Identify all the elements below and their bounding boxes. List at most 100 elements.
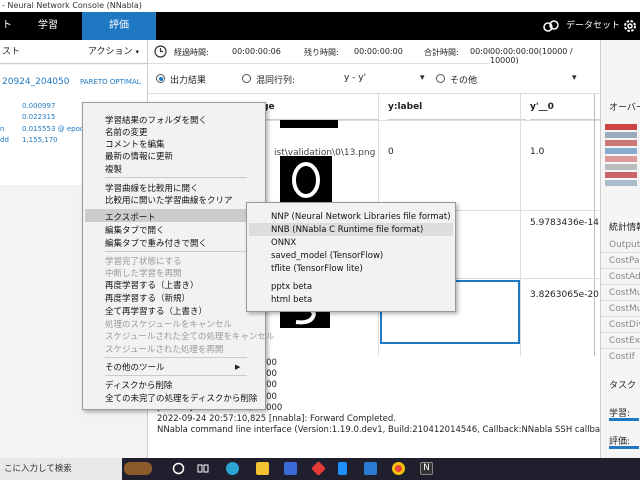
edge-icon[interactable] xyxy=(226,462,239,475)
mascot-icon[interactable] xyxy=(124,462,152,475)
context-menu: 学習結果のフォルダを開く 名前の変更 コメントを編集 最新の情報に更新 複製 学… xyxy=(82,102,274,410)
progress-text: 00:00:00:00(10000 / 10000) xyxy=(490,47,600,65)
vscode-icon[interactable] xyxy=(338,462,347,475)
results-list-header: スト アクション ▾ xyxy=(0,40,147,64)
tab-edit[interactable]: ト xyxy=(0,12,14,40)
stat-item: CostPara xyxy=(609,256,640,266)
other-radio[interactable] xyxy=(436,74,445,83)
store-icon[interactable] xyxy=(284,462,297,475)
clock-icon xyxy=(154,45,167,58)
app-icon[interactable] xyxy=(311,461,326,476)
divider xyxy=(601,300,640,301)
menu-item-export[interactable]: エクスポート xyxy=(105,211,156,223)
menu-separator xyxy=(105,375,247,376)
action-menu-button[interactable]: アクション ▾ xyxy=(88,40,139,64)
export-tflite[interactable]: tflite (TensorFlow lite) xyxy=(271,264,363,274)
mail-icon[interactable] xyxy=(364,462,377,475)
menu-item-retrain-overwrite[interactable]: 再度学習する（上書き） xyxy=(105,279,199,291)
export-nnp[interactable]: NNP (Neural Network Libraries file forma… xyxy=(271,212,451,222)
overview-thumbnail[interactable] xyxy=(605,124,637,204)
prediction-cell: 1.0 xyxy=(530,147,545,157)
label-cell: 0 xyxy=(388,147,394,157)
menu-item-other-tools[interactable]: その他のツール xyxy=(105,361,165,373)
chevron-down-icon[interactable]: ▾ xyxy=(572,73,577,83)
divider xyxy=(601,284,640,285)
column-header[interactable]: y:label xyxy=(388,94,526,120)
log-line: NNabla command line interface (Version:1… xyxy=(157,425,600,436)
menu-item-resume-training: 中断した学習を再開 xyxy=(105,269,182,279)
other-label[interactable]: その他 xyxy=(450,73,477,86)
eval-progress-bar xyxy=(609,446,639,449)
menu-item-refresh[interactable]: 最新の情報に更新 xyxy=(105,150,173,162)
divider xyxy=(601,268,640,269)
confusion-matrix-radio[interactable] xyxy=(242,74,251,83)
tab-evaluation[interactable]: 評価 xyxy=(82,12,156,40)
export-onnx[interactable]: ONNX xyxy=(271,238,296,248)
tab-training[interactable]: 学習 xyxy=(14,12,82,40)
stat-label: dd xyxy=(0,136,9,144)
menu-separator xyxy=(105,357,247,358)
stat-item: CostMul xyxy=(609,288,640,298)
export-saved-model[interactable]: saved_model (TensorFlow) xyxy=(271,251,383,261)
output-result-label[interactable]: 出力結果 xyxy=(170,73,206,86)
stat-value: 0.015553 @ epoch xyxy=(22,125,89,133)
stat-item: Output xyxy=(609,240,640,250)
taskbar-search[interactable]: こに入力して検索 xyxy=(0,458,122,480)
stat-value: 0.000997 xyxy=(22,102,56,110)
image-cell xyxy=(280,120,338,128)
menu-item-cancel-all-schedules: スケジュールされた全ての処理をキャンセル xyxy=(105,332,275,342)
menu-item-duplicate[interactable]: 複製 xyxy=(105,163,122,175)
export-nnb[interactable]: NNB (NNabla C Runtime file format) xyxy=(271,225,423,235)
stat-label: n xyxy=(0,125,5,133)
taskbar: こに入力して検索 N xyxy=(0,458,640,480)
elapsed-value: 00:00:00:06 xyxy=(232,47,281,56)
export-pptx[interactable]: pptx beta xyxy=(271,282,312,292)
task-view-icon[interactable] xyxy=(172,462,185,475)
menu-item-delete-incomplete[interactable]: 全ての未完了の処理をディスクから削除 xyxy=(105,392,257,404)
remaining-label: 残り時間: xyxy=(304,48,339,57)
image-cell[interactable] xyxy=(280,156,332,204)
nnc-icon[interactable]: N xyxy=(420,462,433,475)
menu-item-retrain-new[interactable]: 再度学習する（新規） xyxy=(105,292,190,304)
chevron-down-icon[interactable]: ▾ xyxy=(420,73,425,83)
menu-item-resume-schedule: スケジュールされた処理を再開 xyxy=(105,345,224,355)
menu-item-open-edit-tab[interactable]: 編集タブで開く xyxy=(105,224,165,236)
divider xyxy=(601,316,640,317)
column-header[interactable]: age xyxy=(256,94,378,120)
dataset-label[interactable]: データセット xyxy=(566,12,620,40)
file-explorer-icon[interactable] xyxy=(256,462,269,475)
train-progress-bar xyxy=(609,418,639,421)
result-item-name[interactable]: 20924_204050 xyxy=(2,77,70,87)
confusion-matrix-label[interactable]: 混同行列: xyxy=(256,73,295,86)
stat-item: CostExp xyxy=(609,336,640,346)
output-result-radio[interactable] xyxy=(156,74,165,83)
stat-item: CostIf xyxy=(609,352,635,362)
chrome-icon[interactable] xyxy=(392,462,405,475)
dataset-icon[interactable] xyxy=(542,18,560,34)
menu-item-delete-from-disk[interactable]: ディスクから削除 xyxy=(105,379,172,391)
export-html[interactable]: html beta xyxy=(271,295,312,305)
display-options: 出力結果 混同行列: y - y' ▾ その他 ▾ xyxy=(148,64,600,94)
gear-icon[interactable] xyxy=(622,18,638,34)
menu-item-compare-curve[interactable]: 学習曲線を比較用に開く xyxy=(105,182,199,194)
menu-item-rename[interactable]: 名前の変更 xyxy=(105,126,148,138)
menu-item-edit-comment[interactable]: コメントを編集 xyxy=(105,138,165,150)
menu-item-open-folder[interactable]: 学習結果のフォルダを開く xyxy=(105,114,207,126)
menu-item-retrain-all[interactable]: 全て再学習する（上書き） xyxy=(105,305,207,317)
menu-item-open-edit-weighted[interactable]: 編集タブで重み付きで開く xyxy=(105,237,207,249)
stat-value: 1,155,170 xyxy=(22,136,58,144)
status-bar: 経過時間: 00:00:00:06 残り時間: 00:00:00:00 合計時間… xyxy=(148,40,600,65)
divider xyxy=(601,332,640,333)
submenu-arrow-icon: ▶ xyxy=(235,363,241,371)
column-header[interactable]: y'__0 xyxy=(530,94,600,120)
taskview-icon[interactable] xyxy=(196,462,209,475)
stat-item: CostDiv xyxy=(609,320,640,330)
total-label: 合計時間: xyxy=(424,48,459,57)
pareto-badge: PARETO OPTIMAL xyxy=(80,78,141,86)
divider xyxy=(520,94,521,356)
remaining-value: 00:00:00:00 xyxy=(354,47,403,56)
chevron-down-icon: ▾ xyxy=(135,48,139,56)
confusion-matrix-select[interactable]: y - y' xyxy=(344,73,366,83)
stat-value: 0.022315 xyxy=(22,113,56,121)
menu-item-clear-compare[interactable]: 比較用に開いた学習曲線をクリア xyxy=(105,194,233,206)
